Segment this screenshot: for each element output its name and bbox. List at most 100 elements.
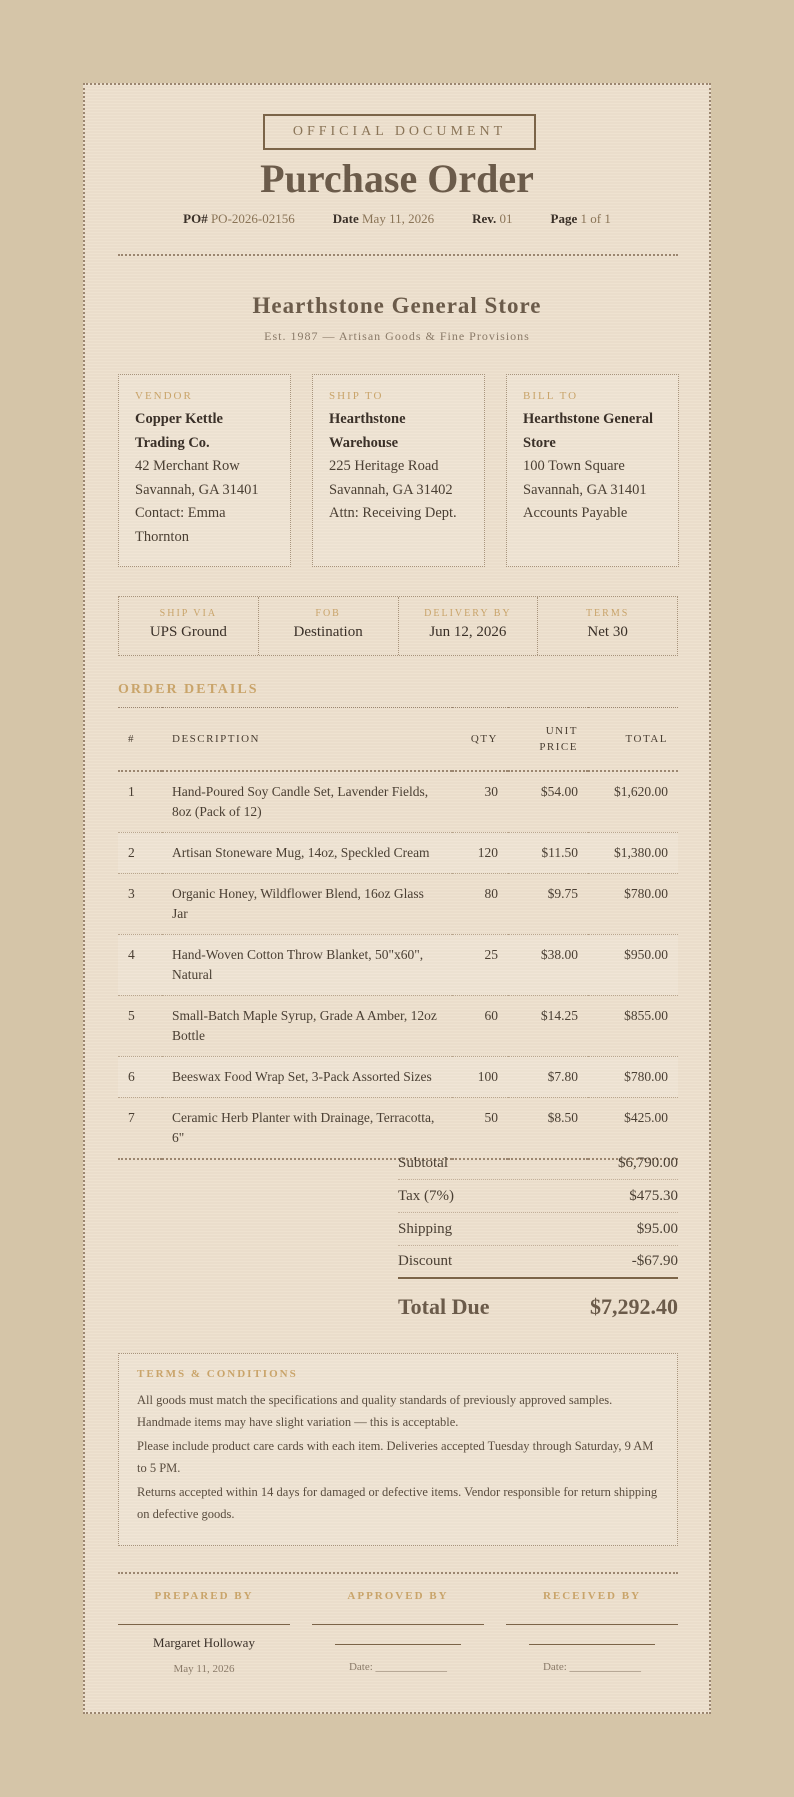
purchase-order-sheet: OFFICIAL DOCUMENT Purchase Order PO# PO-… [83, 83, 711, 1714]
tax-value: $475.30 [629, 1187, 678, 1204]
row-total: $780.00 [624, 885, 668, 901]
total-due-value: $7,292.40 [590, 1293, 678, 1319]
row-qty: 25 [484, 946, 499, 962]
table-row: 4 Hand-Woven Cotton Throw Blanket, 50"x6… [118, 934, 678, 995]
row-description: Artisan Stoneware Mug, 14oz, Speckled Cr… [172, 844, 430, 860]
shipping-row: Shipping $95.00 [398, 1213, 678, 1246]
bill-to-card: BILL TO Hearthstone General Store 100 To… [506, 374, 679, 567]
document-meta: PO# PO-2026-02156 Date May 11, 2026 Rev.… [85, 211, 709, 227]
received-by-signature: RECEIVED BY Date: _____________ [506, 1590, 678, 1673]
prepared-by-signature: PREPARED BY Margaret Holloway May 11, 20… [118, 1590, 290, 1675]
column-header-number: # [128, 732, 135, 745]
row-unit-price: $7.80 [547, 1068, 578, 1084]
approved-by-label: APPROVED BY [347, 1590, 449, 1602]
ship-to-name-line: Hearthstone [329, 411, 406, 427]
row-number: 4 [128, 946, 135, 962]
vendor-address-line: 42 Merchant Row [135, 458, 240, 474]
vendor-card: VENDOR Copper Kettle Trading Co. 42 Merc… [118, 374, 291, 567]
approved-by-signature: APPROVED BY Date: _____________ [312, 1590, 484, 1673]
tax-label: Tax (7%) [398, 1187, 455, 1204]
terms-paragraph: Please include product care cards with e… [137, 1439, 654, 1475]
row-number: 7 [128, 1109, 135, 1125]
row-qty: 30 [484, 783, 499, 799]
total-due-label: Total Due [398, 1293, 490, 1319]
approved-by-date: Date: _____________ [348, 1661, 448, 1673]
revision: Rev. 01 [472, 211, 513, 226]
shipping-value: $95.00 [636, 1220, 678, 1237]
received-by-label: RECEIVED BY [542, 1590, 642, 1602]
vendor-label: VENDOR [135, 390, 193, 402]
vendor-name-line: Trading Co. [135, 434, 210, 451]
fob-value: Destination [293, 624, 363, 640]
name-blank-line [529, 1644, 655, 1653]
terms-label: TERMS [585, 608, 630, 619]
column-header-description: DESCRIPTION [172, 732, 261, 745]
signature-line [118, 1624, 290, 1625]
row-description: Organic Honey, Wildflower Blend, 16oz Gl… [172, 885, 424, 921]
row-number: 3 [128, 885, 135, 901]
order-items-table: # DESCRIPTION QTY UNIT PRICE TOTAL 1 Hand… [118, 707, 678, 1160]
ship-to-name-line: Warehouse [329, 434, 399, 451]
name-blank-line [335, 1644, 461, 1653]
subtotal-label: Subtotal [398, 1154, 449, 1171]
row-total: $780.00 [624, 1068, 668, 1084]
vendor-address-line: Savannah, GA 31401 [135, 481, 259, 498]
vendor-contact-line: Contact: Emma [135, 505, 226, 521]
discount-value: -$67.90 [631, 1253, 678, 1269]
row-description: Small-Batch Maple Syrup, Grade A Amber, … [172, 1007, 437, 1043]
po-number: PO# PO-2026-02156 [183, 211, 295, 226]
ship-via-value: UPS Ground [149, 624, 227, 640]
delivery-by-value: Jun 12, 2026 [429, 624, 507, 640]
table-row: 3 Organic Honey, Wildflower Blend, 16oz … [118, 873, 678, 934]
discount-label: Discount [398, 1253, 453, 1269]
total-due-row: Total Due $7,292.40 [398, 1279, 678, 1334]
row-unit-price: $11.50 [541, 844, 578, 860]
terms-paragraph: All goods must match the specifications … [137, 1393, 613, 1429]
column-header-qty: QTY [470, 732, 498, 745]
row-number: 6 [128, 1068, 135, 1084]
tax-row: Tax (7%) $475.30 [398, 1180, 678, 1213]
shipping-label: Shipping [398, 1220, 453, 1237]
terms-cell: TERMS Net 30 [537, 597, 677, 655]
ship-to-attn-line: Attn: Receiving Dept. [329, 505, 457, 521]
row-number: 5 [128, 1007, 135, 1023]
row-total: $950.00 [624, 946, 668, 962]
column-header-unit-price: UNIT PRICE [539, 724, 578, 753]
page-number: Page 1 of 1 [550, 211, 611, 226]
table-row: 2 Artisan Stoneware Mug, 14oz, Speckled … [118, 832, 678, 873]
row-qty: 80 [484, 885, 499, 901]
prepared-by-name: Margaret Holloway [153, 1635, 255, 1650]
row-total: $1,620.00 [614, 783, 668, 799]
prepared-by-date: May 11, 2026 [173, 1663, 235, 1675]
table-header-row: # DESCRIPTION QTY UNIT PRICE TOTAL [118, 707, 678, 771]
discount-row: Discount -$67.90 [398, 1246, 678, 1279]
row-number: 2 [128, 844, 135, 860]
terms-paragraph: Returns accepted within 14 days for dama… [137, 1485, 658, 1521]
document-title: Purchase Order [260, 156, 534, 201]
store-tagline: Est. 1987 — Artisan Goods & Fine Provisi… [264, 329, 530, 343]
row-qty: 60 [484, 1007, 499, 1023]
row-qty: 120 [477, 844, 498, 860]
row-number: 1 [128, 783, 135, 799]
bill-to-name-line: Hearthstone General [523, 411, 654, 427]
bill-to-name-line: Store [523, 434, 556, 451]
shipping-info-bar: SHIP VIA UPS Ground FOB Destination DELI… [118, 596, 678, 656]
row-unit-price: $14.25 [540, 1007, 578, 1023]
vendor-name-line: Copper Kettle [135, 411, 223, 427]
ship-to-address-line: Savannah, GA 31402 [329, 481, 453, 498]
po-date: Date May 11, 2026 [332, 211, 435, 226]
delivery-by-label: DELIVERY BY [424, 608, 512, 619]
delivery-by-cell: DELIVERY BY Jun 12, 2026 [397, 597, 538, 655]
row-description: Beeswax Food Wrap Set, 3-Pack Assorted S… [172, 1068, 432, 1084]
bill-to-dept-line: Accounts Payable [523, 505, 628, 521]
bill-to-address-line: Savannah, GA 31401 [523, 481, 647, 498]
ship-via-label: SHIP VIA [159, 608, 218, 619]
order-details-heading: ORDER DETAILS [118, 682, 259, 697]
terms-and-conditions: TERMS & CONDITIONS All goods must match … [118, 1353, 678, 1546]
terms-heading: TERMS & CONDITIONS [137, 1368, 298, 1380]
signature-line [506, 1624, 678, 1625]
ship-via-cell: SHIP VIA UPS Ground [119, 597, 258, 655]
row-qty: 100 [477, 1068, 498, 1084]
totals-block: Subtotal $6,790.00 Tax (7%) $475.30 Ship… [398, 1147, 678, 1334]
row-unit-price: $38.00 [540, 946, 578, 962]
